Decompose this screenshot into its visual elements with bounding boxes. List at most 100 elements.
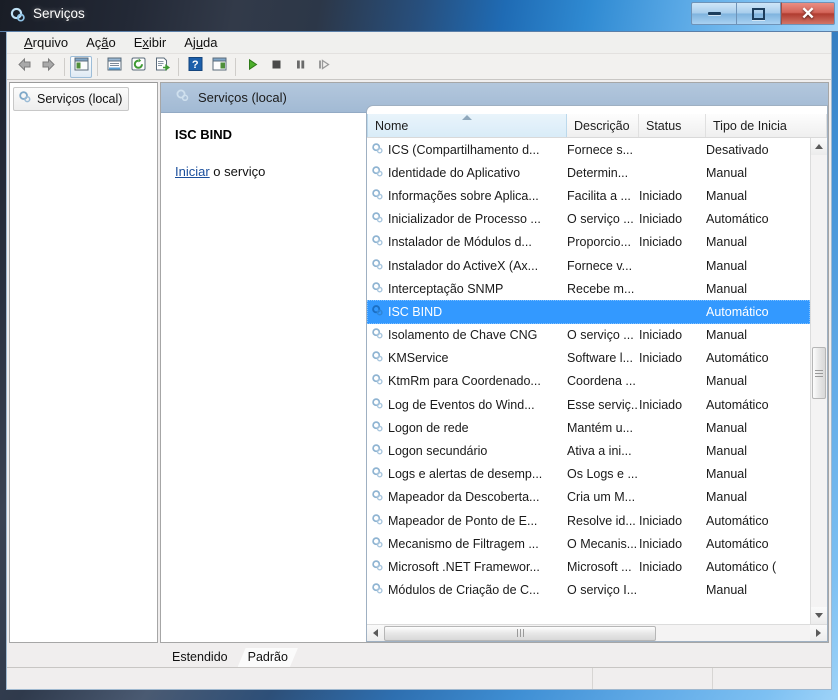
tab-label: Estendido bbox=[172, 650, 228, 664]
service-gear-icon bbox=[371, 559, 384, 575]
table-row[interactable]: Informações sobre Aplica... Facilita a ..… bbox=[367, 184, 810, 207]
column-header-status[interactable]: Status bbox=[639, 114, 706, 137]
export-list-button[interactable] bbox=[151, 56, 173, 78]
cell-nome-label: Mapeador de Ponto de E... bbox=[388, 513, 538, 528]
cell-descricao: Facilita a ... bbox=[567, 188, 631, 203]
maximize-button[interactable] bbox=[736, 2, 781, 25]
table-row[interactable]: KtmRm para Coordenado... Coordena ... Manu… bbox=[367, 370, 810, 393]
menu-acao[interactable]: Ação bbox=[77, 33, 125, 52]
scroll-right-button[interactable] bbox=[810, 624, 827, 641]
back-button[interactable] bbox=[13, 56, 35, 78]
refresh-button[interactable] bbox=[127, 56, 149, 78]
cell-nome: Log de Eventos do Wind... bbox=[367, 397, 567, 413]
window-controls: ✕ bbox=[691, 2, 835, 25]
table-row[interactable]: Isolamento de Chave CNG O serviço ... Inic… bbox=[367, 324, 810, 347]
cell-nome: Módulos de Criação de C... bbox=[367, 582, 567, 598]
table-row[interactable]: KMService Software l... Iniciado Automático bbox=[367, 347, 810, 370]
triangle-left-icon bbox=[373, 629, 378, 637]
cell-nome: Logon de rede bbox=[367, 420, 567, 436]
cell-nome: ICS (Compartilhamento d... bbox=[367, 142, 567, 158]
forward-button[interactable] bbox=[37, 56, 59, 78]
list-rows-wrap: ICS (Compartilhamento d... Fornece s... De… bbox=[367, 138, 827, 624]
show-hide-tree-button[interactable] bbox=[70, 55, 92, 78]
service-action-text: Iniciar o serviço bbox=[175, 164, 354, 179]
pause-service-button[interactable] bbox=[289, 56, 311, 78]
menu-ajuda[interactable]: Ajuda bbox=[175, 33, 226, 52]
table-row[interactable]: Logs e alertas de desemp... Os Logs e ...… bbox=[367, 463, 810, 486]
tab-padrao[interactable]: Padrão bbox=[238, 648, 298, 667]
table-row[interactable]: Interceptação SNMP Recebe m... Manual bbox=[367, 277, 810, 300]
start-service-link[interactable]: Iniciar bbox=[175, 164, 210, 179]
tree-node-servicos-local[interactable]: Serviços (local) bbox=[13, 87, 130, 111]
vertical-scroll-track[interactable] bbox=[811, 155, 827, 607]
cell-nome-label: Inicializador de Processo ... bbox=[388, 212, 541, 227]
menu-exibir[interactable]: Exibir bbox=[125, 33, 176, 52]
service-gear-icon bbox=[371, 489, 384, 505]
list-header-row: Nome Descrição Status Tipo de Inicia bbox=[367, 114, 827, 138]
service-gear-icon bbox=[371, 466, 384, 482]
column-header-label: Nome bbox=[375, 118, 409, 133]
right-arrow-icon bbox=[40, 57, 57, 77]
column-header-nome[interactable]: Nome bbox=[367, 114, 567, 137]
scroll-down-button[interactable] bbox=[811, 607, 827, 624]
sort-ascending-icon bbox=[462, 115, 472, 120]
table-row[interactable]: Mapeador de Ponto de E... Resolve id... In… bbox=[367, 509, 810, 532]
table-row[interactable]: Instalador do ActiveX (Ax... Fornece v...… bbox=[367, 254, 810, 277]
help-button[interactable]: ? bbox=[184, 56, 206, 78]
table-row[interactable]: Logon secundário Ativa a ini... Manual bbox=[367, 439, 810, 462]
services-window: Serviços ✕ Arquivo Ação Exibir Ajuda ? S… bbox=[0, 0, 838, 690]
show-action-pane-button[interactable] bbox=[208, 56, 230, 78]
results-pane: Serviços (local) ISC BIND Iniciar o serv… bbox=[160, 82, 829, 643]
horizontal-scrollbar[interactable] bbox=[367, 624, 827, 641]
close-button[interactable]: ✕ bbox=[781, 2, 835, 25]
horizontal-scroll-track[interactable] bbox=[384, 625, 810, 642]
action-pane-icon bbox=[212, 57, 227, 76]
scroll-left-button[interactable] bbox=[367, 624, 384, 641]
cell-nome-label: Log de Eventos do Wind... bbox=[388, 397, 535, 412]
cell-tipo-de-inicializacao: Manual bbox=[706, 258, 747, 273]
client-area: Arquivo Ação Exibir Ajuda ? Serviços (lo… bbox=[6, 32, 832, 690]
cell-tipo-de-inicializacao: Automático bbox=[706, 513, 769, 528]
table-row[interactable]: Microsoft .NET Framewor... Microsoft ... I… bbox=[367, 555, 810, 578]
properties-icon bbox=[107, 57, 122, 76]
table-row[interactable]: Log de Eventos do Wind... Esse serviç... I… bbox=[367, 393, 810, 416]
properties-button[interactable] bbox=[103, 56, 125, 78]
horizontal-scroll-thumb[interactable] bbox=[384, 625, 656, 641]
table-row[interactable]: Logon de rede Mantém u... Manual bbox=[367, 416, 810, 439]
tab-estendido[interactable]: Estendido bbox=[162, 648, 238, 667]
table-row[interactable]: Mecanismo de Filtragem ... O Mecanis... In… bbox=[367, 532, 810, 555]
restart-service-button[interactable] bbox=[313, 56, 335, 78]
table-row[interactable]: ICS (Compartilhamento d... Fornece s... De… bbox=[367, 138, 810, 161]
table-row[interactable]: Módulos de Criação de C... O serviço I...… bbox=[367, 579, 810, 602]
start-service-button[interactable] bbox=[241, 56, 263, 78]
cell-nome-label: Mecanismo de Filtragem ... bbox=[388, 536, 539, 551]
cell-nome: KMService bbox=[367, 350, 567, 366]
scroll-up-button[interactable] bbox=[811, 138, 827, 155]
column-header-descricao[interactable]: Descrição bbox=[567, 114, 639, 137]
toolbar-separator bbox=[97, 57, 98, 76]
minimize-button[interactable] bbox=[691, 2, 736, 25]
cell-nome-label: Isolamento de Chave CNG bbox=[388, 328, 538, 343]
cell-nome: Mapeador da Descoberta... bbox=[367, 489, 567, 505]
cell-status: Iniciado bbox=[639, 351, 683, 366]
table-row[interactable]: ISC BIND Automático bbox=[367, 300, 810, 324]
cell-descricao: Recebe m... bbox=[567, 281, 635, 296]
table-row[interactable]: Identidade do Aplicativo Determin... Manua… bbox=[367, 161, 810, 184]
table-row[interactable]: Mapeador da Descoberta... Cria um M... Man… bbox=[367, 486, 810, 509]
menu-arquivo[interactable]: Arquivo bbox=[15, 33, 77, 52]
cell-nome-label: Logon secundário bbox=[388, 444, 488, 459]
toolbar-separator bbox=[235, 57, 236, 76]
vertical-scroll-thumb[interactable] bbox=[812, 347, 826, 399]
cell-nome: ISC BIND bbox=[367, 304, 567, 320]
cell-status: Iniciado bbox=[639, 397, 683, 412]
stop-service-button[interactable] bbox=[265, 56, 287, 78]
vertical-scrollbar[interactable] bbox=[810, 138, 827, 624]
status-panel-1 bbox=[7, 668, 593, 689]
cell-tipo-de-inicializacao: Manual bbox=[706, 281, 747, 296]
table-row[interactable]: Instalador de Módulos d... Proporcio... In… bbox=[367, 231, 810, 254]
tree-node-label: Serviços (local) bbox=[37, 91, 123, 106]
cell-nome: Logs e alertas de desemp... bbox=[367, 466, 567, 482]
column-header-tipo-de-inicializacao[interactable]: Tipo de Inicia bbox=[706, 114, 827, 137]
cell-descricao: Os Logs e ... bbox=[567, 467, 638, 482]
table-row[interactable]: Inicializador de Processo ... O serviço .… bbox=[367, 208, 810, 231]
